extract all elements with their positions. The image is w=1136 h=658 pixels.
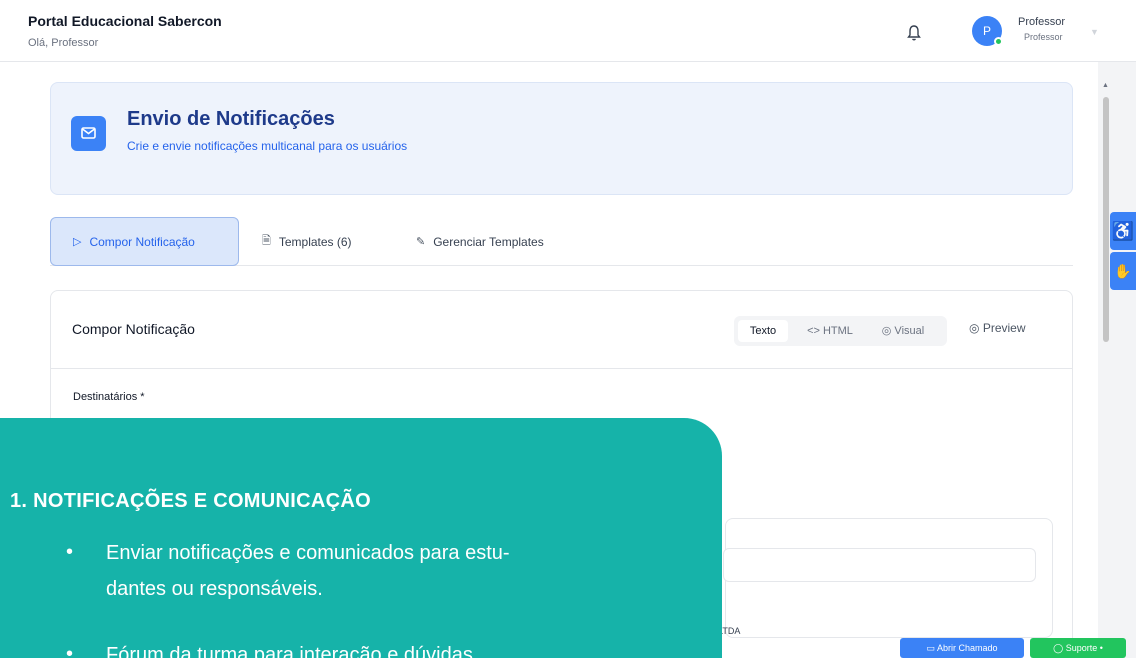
app-title: Portal Educacional Sabercon [28,13,222,29]
pencil-icon: ✎ [416,236,426,248]
editor-mode-toggle: Texto <> HTML ◎ Visual [734,316,947,346]
recipients-label: Destinatários * [73,391,145,403]
tab-templates[interactable]: 🗎 Templates (6) [262,217,352,266]
online-status-dot [994,37,1003,46]
compose-card-header: Compor Notificação Texto <> HTML ◎ Visua… [51,291,1072,369]
bullet-icon: • [66,643,74,658]
tab-label: Compor Notificação [89,234,195,249]
callout-heading: 1. NOTIFICAÇÕES E COMUNICAÇÃO [10,490,371,512]
user-name[interactable]: Professor [1018,16,1065,28]
user-role: Professor [1024,32,1063,42]
avatar-initial: P [982,24,991,38]
page-title: Envio de Notificações [127,108,335,130]
chevron-down-icon[interactable]: ▼ [1090,27,1100,37]
bell-icon[interactable] [906,24,922,42]
support-button[interactable]: ◯ Suporte • [1030,638,1126,658]
page-subtitle: Crie e envie notificações multicanal par… [127,139,408,153]
tab-bar: ▷ Compor Notificação 🗎 Templates (6) ✎ G… [50,217,1073,266]
top-header: Portal Educacional Sabercon Olá, Profess… [0,0,1136,62]
compose-title: Compor Notificação [72,321,195,337]
callout-item-continued: dantes ou responsáveis. [106,578,323,600]
callout-item: Fórum da turma para interação e dúvidas. [106,644,479,658]
greeting-text: Olá, Professor [28,37,99,49]
mode-html-button[interactable]: <> HTML [802,320,858,342]
scrollbar[interactable]: ▲ [1098,62,1114,658]
eye-icon: ◎ [969,321,983,335]
open-ticket-label: Abrir Chamado [936,643,998,653]
page-header-banner: Envio de Notificações Crie e envie notif… [50,82,1073,195]
preview-button[interactable]: ◎ Preview [969,321,1026,335]
accessibility-icon[interactable]: ♿ [1110,212,1136,250]
bullet-icon: • [66,541,74,563]
tab-label: Templates (6) [278,234,352,249]
send-icon: ▷ [73,236,82,248]
mode-texto-button[interactable]: Texto [738,320,788,342]
mode-visual-button[interactable]: ◎ Visual [872,320,934,342]
preview-label: Preview [982,321,1026,335]
callout-item: Enviar notificações e comunicados para e… [106,542,510,564]
mail-icon [71,116,106,151]
sign-language-icon[interactable]: ✋ [1110,252,1136,290]
tab-label: Gerenciar Templates [433,234,544,249]
recipients-search-input[interactable] [723,548,1036,582]
tab-gerenciar-templates[interactable]: ✎ Gerenciar Templates [416,217,544,266]
open-ticket-button[interactable]: ▭ Abrir Chamado [900,638,1024,658]
ticket-icon: ▭ [926,643,937,653]
scrollbar-thumb[interactable] [1103,97,1109,342]
support-label: Suporte • [1065,643,1103,653]
whatsapp-icon: ◯ [1053,643,1066,653]
tab-compor-notificacao[interactable]: ▷ Compor Notificação [50,217,239,266]
feature-callout: 1. NOTIFICAÇÕES E COMUNICAÇÃO • Enviar n… [0,418,722,658]
avatar[interactable]: P [972,16,1003,46]
scroll-up-icon[interactable]: ▲ [1102,82,1109,89]
document-icon: 🗎 [262,235,271,247]
